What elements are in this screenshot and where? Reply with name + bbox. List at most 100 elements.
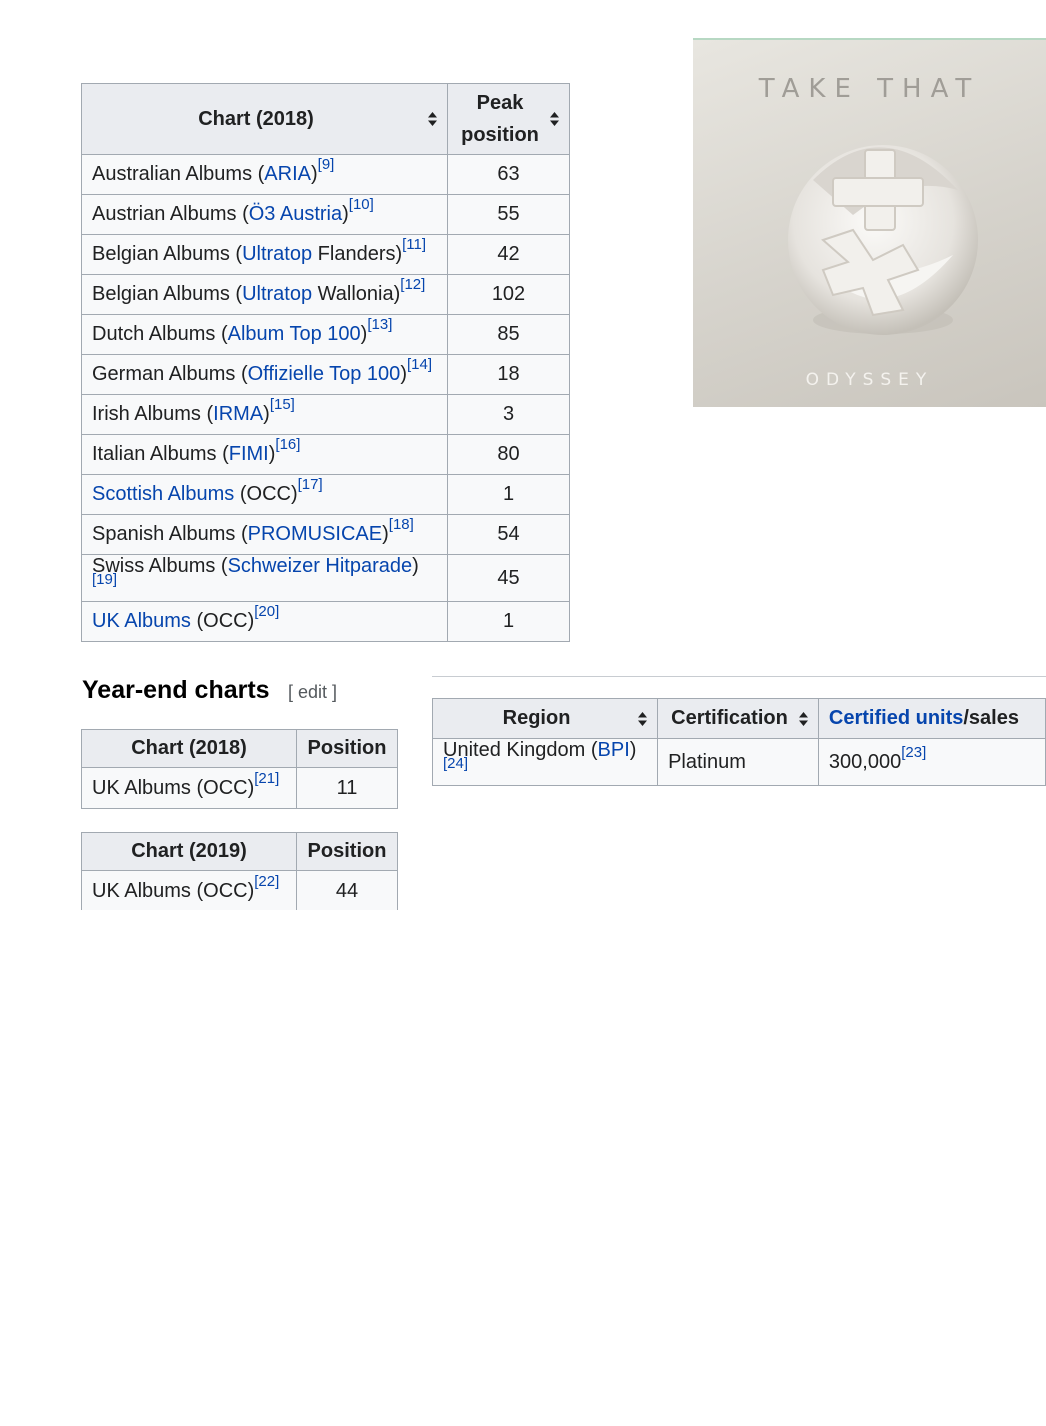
- chart-name-text: UK Albums (OCC): [92, 879, 255, 902]
- chart-name-cell: UK Albums (OCC)[21]: [81, 767, 297, 809]
- chart-link[interactable]: IRMA: [213, 403, 263, 425]
- table-row: Swiss Albums (Schweizer Hitparade)[19] 45: [81, 554, 570, 602]
- edit-link-text: [ edit ]: [288, 682, 338, 702]
- table-row: United Kingdom (BPI)[24] Platinum 300,00…: [432, 738, 1046, 786]
- chart-name-text: Irish Albums (: [92, 403, 214, 425]
- column-header-peak-label: Peak position: [461, 92, 539, 146]
- section-heading-year-end: Year-end charts: [82, 676, 270, 704]
- certifications-table-container: Region Certification Certified units/sal…: [432, 698, 1046, 788]
- reference-link[interactable]: [24]: [443, 755, 468, 772]
- chart-link[interactable]: Offizielle Top 100: [248, 363, 401, 385]
- column-header-chart-label: Chart (2018): [198, 107, 314, 130]
- chart-name-suffix: Flanders): [312, 243, 403, 265]
- chart-name-cell: UK Albums (OCC)[22]: [81, 870, 297, 910]
- peak-position-cell: 54: [447, 514, 570, 555]
- certifications-table: Region Certification Certified units/sal…: [432, 698, 1046, 786]
- table-row: Spanish Albums (PROMUSICAE)[18] 54: [81, 514, 570, 555]
- column-header-position: Position: [296, 832, 398, 871]
- chart-link[interactable]: Scottish Albums: [92, 483, 234, 505]
- chart-link[interactable]: Schweizer Hitparade: [228, 555, 413, 577]
- chart-name-suffix: Wallonia): [312, 283, 401, 305]
- chart-name-text: UK Albums (OCC): [92, 776, 255, 799]
- reference-link[interactable]: [13]: [367, 316, 392, 333]
- reference-link[interactable]: [20]: [254, 603, 279, 620]
- chart-name-text: Austrian Albums (: [92, 203, 249, 225]
- reference-link[interactable]: [18]: [389, 516, 414, 533]
- sphere-cross-logo-icon: [788, 145, 978, 335]
- peak-position-cell: 42: [447, 234, 570, 275]
- chart-link[interactable]: FIMI: [229, 443, 269, 465]
- peak-position-cell: 3: [447, 394, 570, 435]
- reference-link[interactable]: [21]: [254, 770, 279, 787]
- bpi-link[interactable]: BPI: [598, 739, 630, 761]
- position-cell: 11: [296, 767, 398, 809]
- reference-link[interactable]: [12]: [400, 276, 425, 293]
- reference-link[interactable]: [23]: [901, 744, 926, 761]
- peak-position-cell: 1: [447, 474, 570, 515]
- chart-link[interactable]: PROMUSICAE: [248, 523, 382, 545]
- year-end-2019-table-container: Chart (2019) Position UK Albums (OCC)[22…: [81, 832, 401, 910]
- reference-link[interactable]: [22]: [254, 873, 279, 890]
- column-header-peak[interactable]: Peak position: [447, 83, 570, 155]
- chart-link[interactable]: Album Top 100: [228, 323, 361, 345]
- sort-icon[interactable]: [550, 112, 559, 126]
- chart-name-text: Australian Albums (: [92, 163, 265, 185]
- chart-name-cell: Belgian Albums (Ultratop Flanders)[11]: [81, 234, 448, 275]
- peak-position-cell: 1: [447, 601, 570, 642]
- column-header-chart: Chart (2018): [81, 729, 297, 768]
- peak-position-cell: 55: [447, 194, 570, 235]
- album-cover-image[interactable]: TAKE THAT ODYSSEY: [693, 38, 1046, 407]
- peak-positions-table: Chart (2018) Peak position Australian Al…: [81, 83, 570, 642]
- column-header-region-label: Region: [502, 707, 571, 729]
- peak-position-cell: 45: [447, 554, 570, 602]
- column-header-chart[interactable]: Chart (2018): [81, 83, 448, 155]
- chart-name-cell: Swiss Albums (Schweizer Hitparade)[19]: [81, 554, 448, 602]
- reference-link[interactable]: [15]: [270, 396, 295, 413]
- reference-link[interactable]: [19]: [92, 571, 117, 588]
- column-header-region[interactable]: Region: [432, 698, 659, 739]
- sort-icon[interactable]: [798, 711, 808, 726]
- table-row: UK Albums (OCC)[22] 44: [81, 870, 398, 910]
- chart-link[interactable]: Ultratop: [242, 283, 312, 305]
- sort-icon[interactable]: [638, 711, 648, 726]
- chart-link[interactable]: UK Albums: [92, 610, 191, 632]
- peak-position-cell: 85: [447, 314, 570, 355]
- table-row: Belgian Albums (Ultratop Flanders)[11] 42: [81, 234, 570, 275]
- chart-link[interactable]: ARIA: [264, 163, 311, 185]
- peak-position-cell: 18: [447, 354, 570, 395]
- cover-artist-text: TAKE THAT: [758, 74, 981, 104]
- reference-link[interactable]: [10]: [349, 196, 374, 213]
- column-header-certified-units: Certified units/sales: [817, 698, 1046, 739]
- sort-icon[interactable]: [428, 112, 437, 126]
- peak-position-cell: 63: [447, 154, 570, 195]
- position-cell: 44: [296, 870, 398, 910]
- chart-name-cell: Australian Albums (ARIA)[9]: [81, 154, 448, 195]
- chart-name-suffix: (OCC): [190, 610, 255, 632]
- certification-cell: Platinum: [657, 738, 819, 786]
- edit-section-link[interactable]: [ edit ]: [288, 682, 337, 703]
- chart-link[interactable]: Ö3 Austria: [249, 203, 342, 225]
- chart-name-text: Belgian Albums (: [92, 283, 243, 305]
- certified-units-link[interactable]: Certified units: [829, 707, 963, 729]
- chart-name-suffix: ): [310, 163, 318, 185]
- chart-name-cell: Dutch Albums (Album Top 100)[13]: [81, 314, 448, 355]
- column-header-certification[interactable]: Certification: [657, 698, 819, 739]
- reference-link[interactable]: [16]: [275, 436, 300, 453]
- chart-name-cell: Scottish Albums (OCC)[17]: [81, 474, 448, 515]
- chart-name-text: German Albums (: [92, 363, 248, 385]
- reference-link[interactable]: [17]: [298, 476, 323, 493]
- chart-name-suffix: ): [400, 363, 407, 385]
- reference-link[interactable]: [14]: [407, 356, 432, 373]
- chart-link[interactable]: Ultratop: [242, 243, 312, 265]
- chart-name-suffix: ): [342, 203, 349, 225]
- year-end-2019-table: Chart (2019) Position UK Albums (OCC)[22…: [81, 832, 398, 910]
- units-cell: 300,000[23]: [817, 738, 1046, 786]
- chart-name-text: Belgian Albums (: [92, 243, 243, 265]
- year-end-2018-table: Chart (2018) Position UK Albums (OCC)[21…: [81, 729, 398, 809]
- chart-name-text: Dutch Albums (: [92, 323, 228, 345]
- reference-link[interactable]: [11]: [402, 236, 426, 253]
- reference-link[interactable]: [9]: [318, 156, 335, 173]
- table-row: Irish Albums (IRMA)[15] 3: [81, 394, 570, 435]
- table-row: Dutch Albums (Album Top 100)[13] 85: [81, 314, 570, 355]
- chart-name-cell: UK Albums (OCC)[20]: [81, 601, 448, 642]
